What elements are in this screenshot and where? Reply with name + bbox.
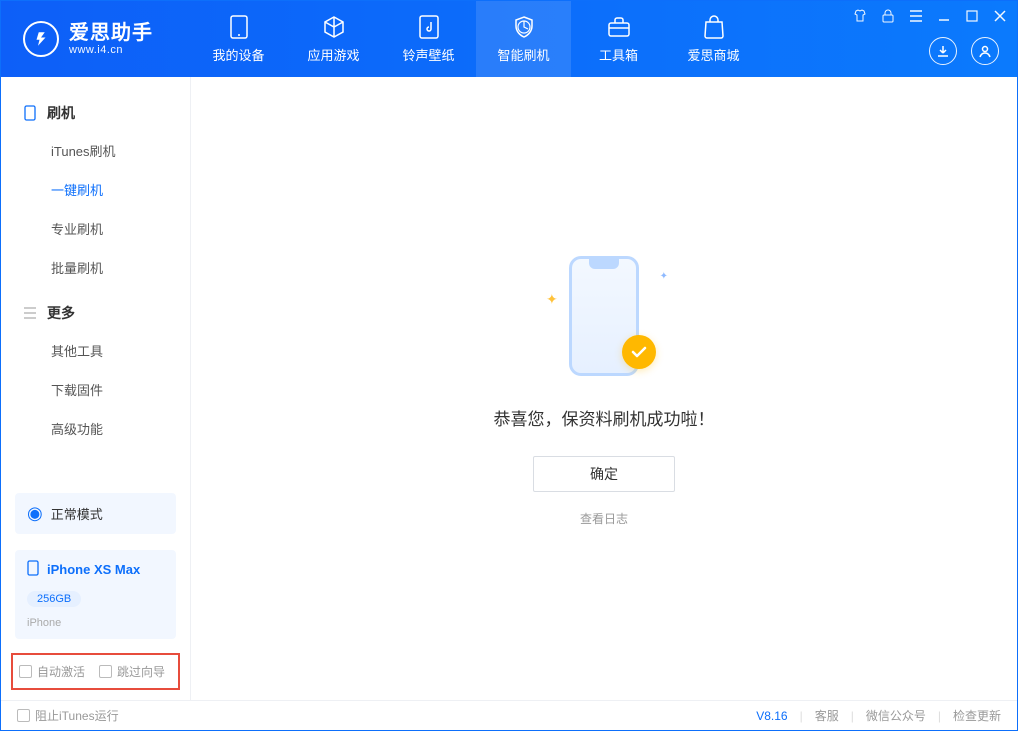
- mode-label: 正常模式: [51, 504, 103, 523]
- sidebar-item-firmware[interactable]: 下载固件: [1, 370, 190, 409]
- block-itunes-checkbox[interactable]: 阻止iTunes运行: [17, 707, 119, 724]
- device-type: iPhone: [27, 617, 61, 629]
- checkbox-icon: [19, 665, 32, 678]
- sidebar: 刷机 iTunes刷机 一键刷机 专业刷机 批量刷机 更多 其他工具 下载固件 …: [1, 77, 191, 700]
- auto-activate-checkbox[interactable]: 自动激活: [19, 663, 85, 680]
- toolbox-icon: [607, 15, 631, 39]
- nav-device[interactable]: 我的设备: [191, 1, 286, 77]
- sidebar-item-batch[interactable]: 批量刷机: [1, 248, 190, 287]
- checkbox-row: 自动激活 跳过向导: [11, 653, 180, 690]
- ok-button[interactable]: 确定: [533, 456, 675, 492]
- sparkle-icon: ✦: [660, 271, 668, 282]
- cube-icon: [322, 15, 346, 39]
- nav-label: 工具箱: [599, 45, 638, 64]
- header: 爱思助手 www.i4.cn 我的设备 应用游戏 铃声壁纸 智能刷机: [1, 1, 1017, 77]
- nav: 我的设备 应用游戏 铃声壁纸 智能刷机 工具箱 爱思商城: [191, 1, 761, 77]
- sidebar-group-label: 更多: [47, 303, 75, 323]
- sidebar-group-label: 刷机: [47, 103, 75, 123]
- list-icon: [23, 306, 37, 320]
- user-button[interactable]: [971, 37, 999, 65]
- skip-guide-checkbox[interactable]: 跳过向导: [99, 663, 165, 680]
- sidebar-head-more: 更多: [1, 295, 190, 331]
- nav-label: 铃声壁纸: [402, 45, 454, 64]
- nav-tools[interactable]: 工具箱: [571, 1, 666, 77]
- maximize-icon[interactable]: [965, 9, 979, 23]
- sidebar-item-itunes[interactable]: iTunes刷机: [1, 131, 190, 170]
- footer: 阻止iTunes运行 V8.16 | 客服 | 微信公众号 | 检查更新: [1, 700, 1017, 730]
- sidebar-item-pro[interactable]: 专业刷机: [1, 209, 190, 248]
- sparkle-icon: ✦: [546, 291, 558, 308]
- sidebar-group-more: 更多 其他工具 下载固件 高级功能: [1, 295, 190, 448]
- device-icon: [227, 15, 251, 39]
- nav-ringtone[interactable]: 铃声壁纸: [381, 1, 476, 77]
- mode-icon: ◉: [27, 503, 43, 524]
- sidebar-head-flash: 刷机: [1, 95, 190, 131]
- version-label: V8.16: [756, 709, 787, 723]
- shield-icon: [512, 15, 536, 39]
- menu-icon[interactable]: [909, 9, 923, 23]
- checkbox-icon: [17, 709, 30, 722]
- view-log-link[interactable]: 查看日志: [580, 510, 628, 527]
- nav-store[interactable]: 爱思商城: [666, 1, 761, 77]
- logo: 爱思助手 www.i4.cn: [1, 21, 191, 57]
- shirt-icon[interactable]: [853, 9, 867, 23]
- nav-flash[interactable]: 智能刷机: [476, 1, 571, 77]
- device-card[interactable]: iPhone XS Max 256GB iPhone: [15, 550, 176, 639]
- nav-label: 应用游戏: [307, 45, 359, 64]
- close-icon[interactable]: [993, 9, 1007, 23]
- body: 刷机 iTunes刷机 一键刷机 专业刷机 批量刷机 更多 其他工具 下载固件 …: [1, 77, 1017, 700]
- separator: |: [851, 709, 854, 723]
- sidebar-item-onekey[interactable]: 一键刷机: [1, 170, 190, 209]
- app-url: www.i4.cn: [69, 44, 153, 56]
- bag-icon: [702, 15, 726, 39]
- main-content: ✦ ✦ 恭喜您，保资料刷机成功啦！ 确定 查看日志: [191, 77, 1017, 700]
- titlebar-controls: [853, 9, 1007, 23]
- device-capacity: 256GB: [27, 591, 81, 607]
- nav-label: 智能刷机: [497, 45, 549, 64]
- success-check-icon: [622, 335, 656, 369]
- app-name: 爱思助手: [69, 22, 153, 44]
- checkbox-icon: [99, 665, 112, 678]
- sidebar-item-advanced[interactable]: 高级功能: [1, 409, 190, 448]
- separator: |: [938, 709, 941, 723]
- nav-apps[interactable]: 应用游戏: [286, 1, 381, 77]
- nav-label: 我的设备: [212, 45, 264, 64]
- logo-icon: [23, 21, 59, 57]
- nav-label: 爱思商城: [687, 45, 739, 64]
- success-illustration: ✦ ✦: [544, 251, 664, 381]
- music-file-icon: [417, 15, 441, 39]
- checkbox-label: 阻止iTunes运行: [35, 707, 119, 724]
- sidebar-group-flash: 刷机 iTunes刷机 一键刷机 专业刷机 批量刷机: [1, 95, 190, 287]
- device-mode[interactable]: ◉ 正常模式: [15, 493, 176, 534]
- header-right: [929, 37, 999, 65]
- lock-icon[interactable]: [881, 9, 895, 23]
- kefu-link[interactable]: 客服: [815, 707, 839, 724]
- success-message: 恭喜您，保资料刷机成功啦！: [494, 405, 715, 430]
- download-button[interactable]: [929, 37, 957, 65]
- minimize-icon[interactable]: [937, 9, 951, 23]
- separator: |: [800, 709, 803, 723]
- phone-icon: [23, 106, 37, 120]
- device-phone-icon: [27, 560, 39, 579]
- device-name: iPhone XS Max: [47, 562, 140, 577]
- checkbox-label: 自动激活: [37, 663, 85, 680]
- wechat-link[interactable]: 微信公众号: [866, 707, 926, 724]
- app-window: 爱思助手 www.i4.cn 我的设备 应用游戏 铃声壁纸 智能刷机: [0, 0, 1018, 731]
- checkbox-label: 跳过向导: [117, 663, 165, 680]
- sidebar-item-other[interactable]: 其他工具: [1, 331, 190, 370]
- update-link[interactable]: 检查更新: [953, 707, 1001, 724]
